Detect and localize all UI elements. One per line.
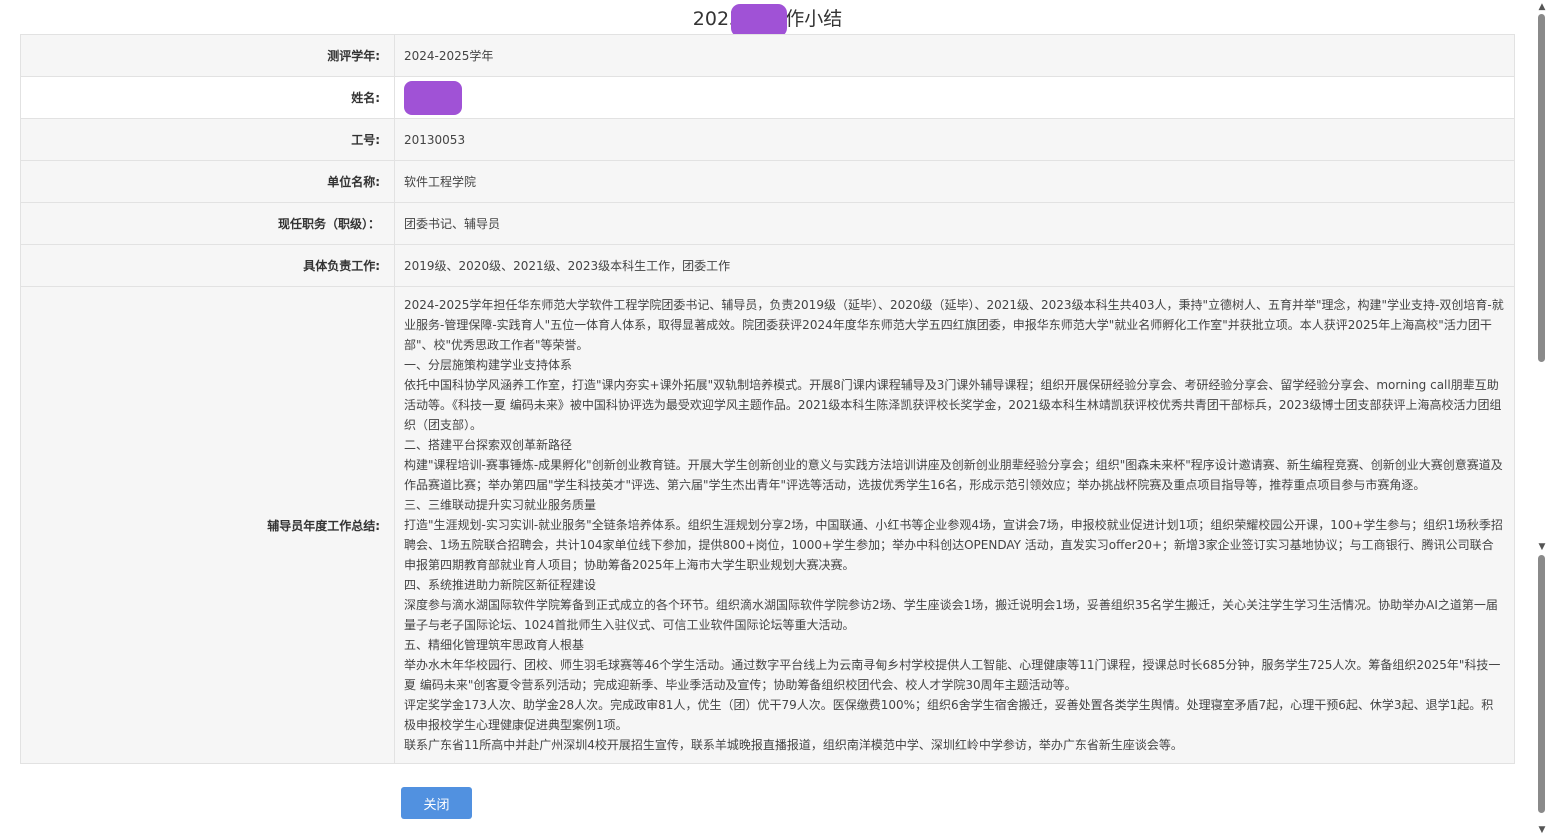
form-row-responsibility: 具体负责工作: 2019级、2020级、2021级、2023级本科生工作，团委工…	[20, 244, 1515, 287]
scroll-thumb[interactable]	[1538, 14, 1545, 362]
field-value-position: 团委书记、辅导员	[394, 202, 1515, 245]
field-value-unit: 软件工程学院	[394, 160, 1515, 203]
summary-paragraph: 2024-2025学年担任华东师范大学软件工程学院团委书记、辅导员，负责2019…	[404, 298, 1504, 352]
summary-heading: 三、三维联动提升实习就业服务质量	[404, 498, 597, 512]
field-value-name	[394, 76, 1515, 119]
field-label-year: 测评学年:	[20, 34, 395, 77]
field-label-unit: 单位名称:	[20, 160, 395, 203]
redacted-title-block	[731, 4, 787, 37]
scroll-up-arrow-icon[interactable]: ▲	[1537, 2, 1547, 12]
redacted-name-block	[404, 80, 462, 115]
close-button[interactable]: 关闭	[401, 787, 472, 819]
summary-paragraph: 打造"生涯规划-实习实训-就业服务"全链条培养体系。组织生涯规划分享2场，中国联…	[404, 518, 1503, 572]
summary-form-table: 测评学年: 2024-2025学年 姓名: 工号: 20130053 单位名称:…	[20, 34, 1515, 764]
summary-paragraph: 构建"课程培训-赛事锤炼-成果孵化"创新创业教育链。开展大学生创新创业的意义与实…	[404, 458, 1503, 492]
scroll-down-arrow-icon[interactable]: ▼	[1537, 542, 1547, 552]
scroll-thumb-secondary[interactable]	[1538, 555, 1545, 813]
form-row-unit: 单位名称: 软件工程学院	[20, 160, 1515, 203]
form-row-staff-id: 工号: 20130053	[20, 118, 1515, 161]
field-value-year: 2024-2025学年	[394, 34, 1515, 77]
summary-paragraph: 依托中国科协学风涵养工作室，打造"课内夯实+课外拓展"双轨制培养模式。开展8门课…	[404, 378, 1502, 432]
field-label-position: 现任职务（职级）：	[20, 202, 395, 245]
summary-heading: 一、分层施策构建学业支持体系	[404, 358, 573, 372]
field-label-responsibility: 具体负责工作:	[20, 244, 395, 287]
page-scrollbar[interactable]: ▲ ▼ ▼	[1535, 0, 1549, 837]
field-label-staff-id: 工号:	[20, 118, 395, 161]
summary-heading: 五、精细化管理筑牢思政育人根基	[404, 638, 585, 652]
form-row-position: 现任职务（职级）： 团委书记、辅导员	[20, 202, 1515, 245]
field-value-summary: 2024-2025学年担任华东师范大学软件工程学院团委书记、辅导员，负责2019…	[394, 286, 1515, 764]
summary-paragraph: 联系广东省11所高中并赴广州深圳4校开展招生宣传，联系羊城晚报直播报道，组织南洋…	[404, 738, 1183, 752]
field-value-responsibility: 2019级、2020级、2021级、2023级本科生工作，团委工作	[394, 244, 1515, 287]
summary-heading: 二、搭建平台探索双创革新路径	[404, 438, 573, 452]
summary-paragraph: 举办水木年华校园行、团校、师生羽毛球赛等46个学生活动。通过数字平台线上为云南寻…	[404, 658, 1501, 692]
summary-heading: 四、系统推进助力新院区新征程建设	[404, 578, 597, 592]
form-row-year: 测评学年: 2024-2025学年	[20, 34, 1515, 77]
form-row-name: 姓名:	[20, 76, 1515, 119]
field-label-name: 姓名:	[20, 76, 395, 119]
field-label-summary: 辅导员年度工作总结:	[20, 286, 395, 764]
form-row-summary: 辅导员年度工作总结: 2024-2025学年担任华东师范大学软件工程学院团委书记…	[20, 286, 1515, 764]
scroll-down-end-arrow-icon[interactable]: ▼	[1537, 825, 1547, 835]
summary-paragraph: 深度参与滴水湖国际软件学院筹备到正式成立的各个环节。组织滴水湖国际软件学院参访2…	[404, 598, 1498, 632]
field-value-staff-id: 20130053	[394, 118, 1515, 161]
summary-paragraph: 评定奖学金173人次、助学金28人次。完成政审81人，优生（团）优干79人次。医…	[404, 698, 1494, 732]
